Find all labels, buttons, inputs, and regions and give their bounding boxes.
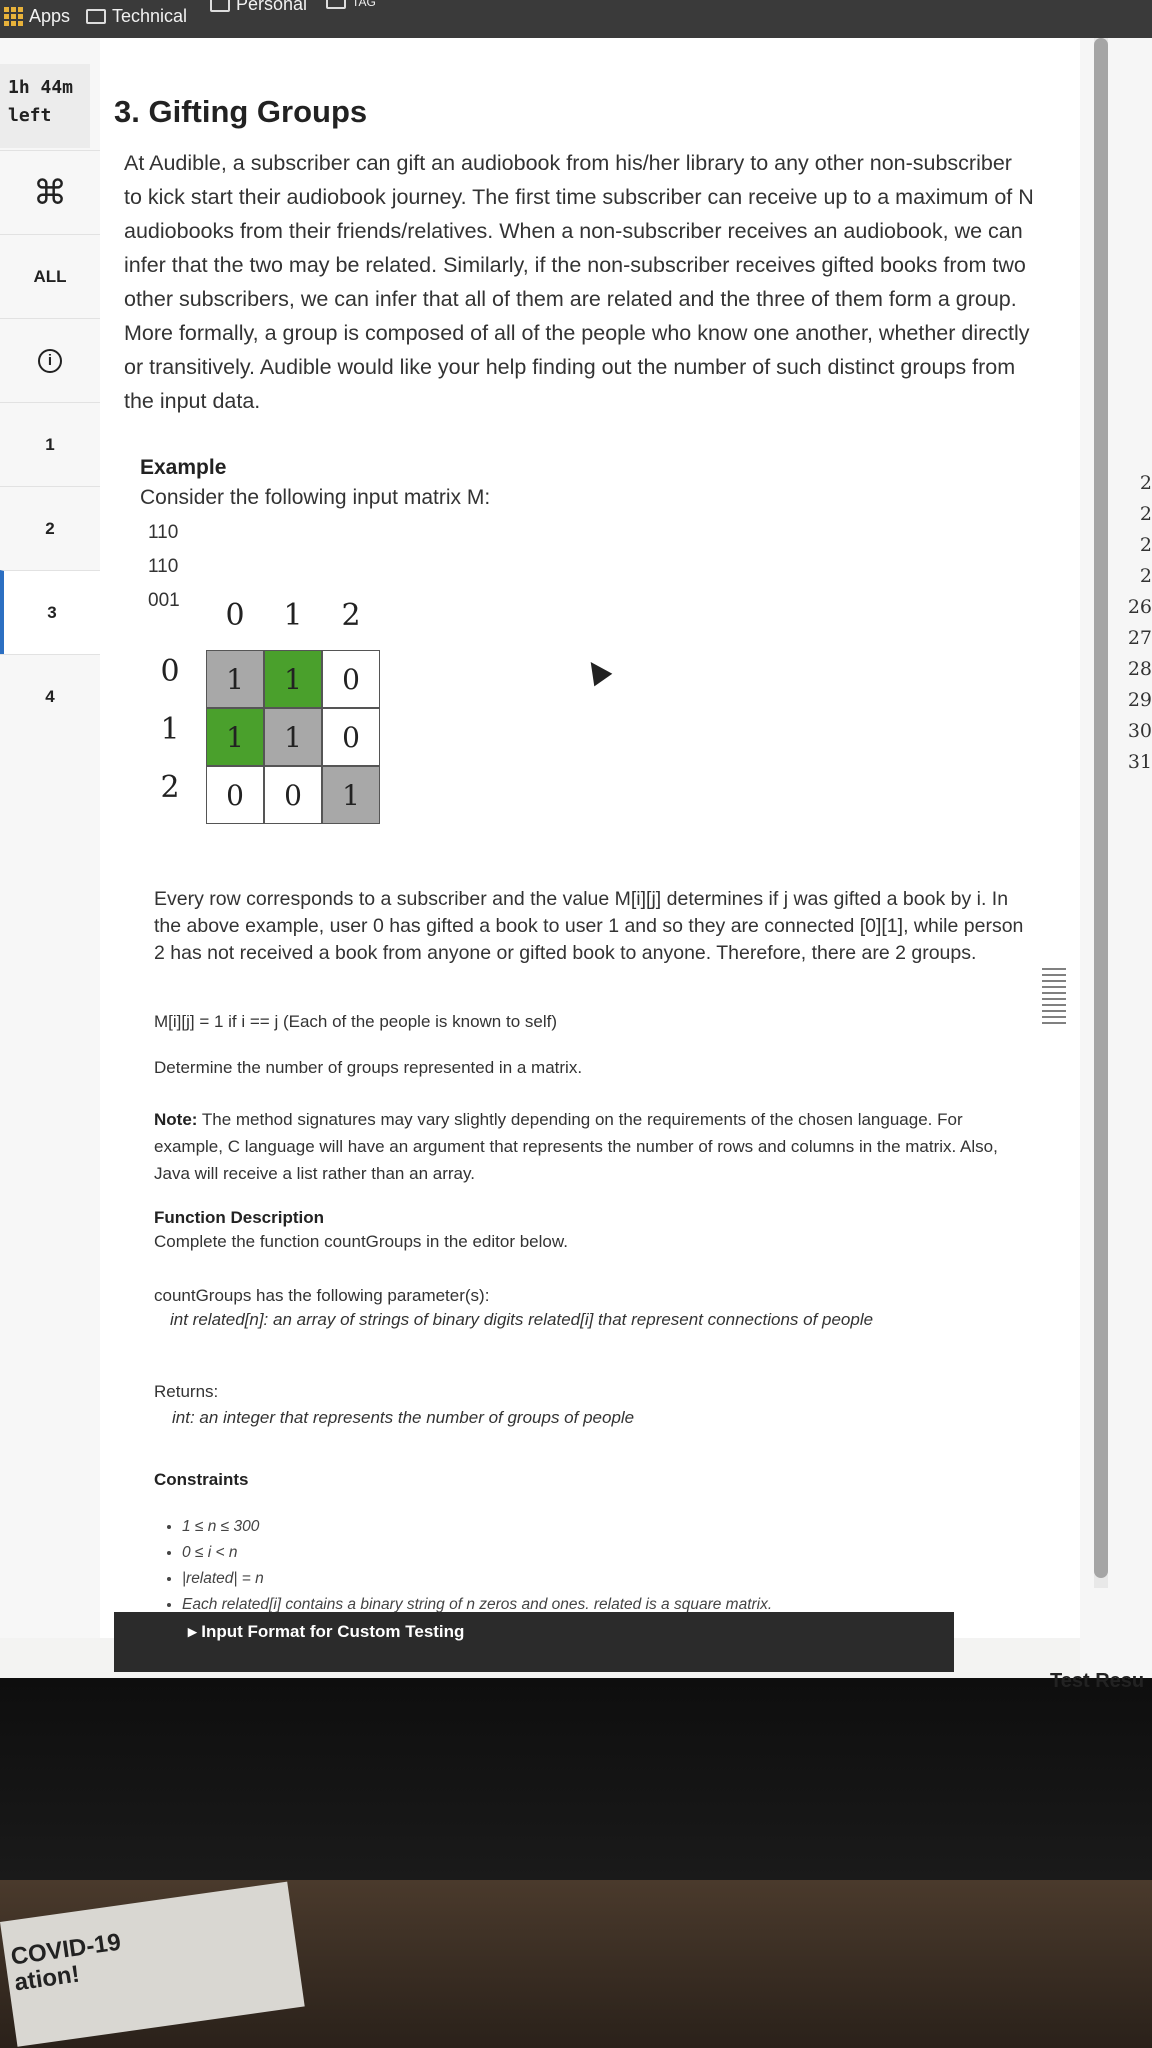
- explanation-text: Every row corresponds to a subscriber an…: [154, 888, 1024, 964]
- note-label: Note:: [154, 1110, 198, 1129]
- matrix-col-label: 2: [341, 598, 361, 633]
- line-number: 31: [1127, 751, 1152, 773]
- bookmark-tag[interactable]: TAG: [326, 0, 376, 9]
- bookmark-personal-label: Personal: [236, 0, 308, 14]
- function-description-heading: Function Description: [154, 1208, 324, 1227]
- matrix-row-label: 2: [160, 770, 180, 805]
- panel-resize-grip-icon[interactable]: [1042, 968, 1066, 1024]
- matrix-col-label: 1: [283, 598, 303, 633]
- note-text: The method signatures may vary slightly …: [154, 1110, 998, 1183]
- problem-title: 3. Gifting Groups: [114, 94, 368, 129]
- line-number: 29: [1127, 689, 1152, 711]
- params-intro: countGroups has the following parameter(…: [154, 1286, 490, 1305]
- function-description-text: Complete the function countGroups in the…: [154, 1232, 568, 1251]
- editor-edge: [1080, 38, 1152, 1678]
- time-remaining: 1h 44m left: [0, 64, 90, 148]
- matrix-cell: 1: [206, 650, 264, 708]
- sidebar-item-question-4[interactable]: 4: [0, 654, 100, 738]
- matrix-cell: 1: [206, 708, 264, 766]
- matrix-cell: 0: [264, 766, 322, 824]
- matrix-row: 110: [148, 522, 179, 543]
- question-sidebar: 1h 44m left ⌘ ALL i 1 2 3 4: [0, 38, 101, 1638]
- param-related: int related[n]: an array of strings of b…: [170, 1310, 874, 1329]
- line-number: 2: [1139, 472, 1152, 494]
- constraint-item: 0 ≤ i < n: [182, 1540, 772, 1566]
- question-number: 3: [47, 602, 57, 622]
- sidebar-item-question-2[interactable]: 2: [0, 486, 100, 570]
- scrollbar-thumb[interactable]: [1094, 38, 1108, 1578]
- matrix-row: 110: [148, 556, 179, 577]
- bookmark-apps[interactable]: Apps: [4, 6, 70, 27]
- constraint-item: 1 ≤ n ≤ 300: [182, 1514, 772, 1540]
- question-number: 2: [45, 518, 55, 538]
- line-number: 2: [1139, 534, 1152, 556]
- timer-value: 1h 44m: [8, 77, 74, 98]
- bookmark-apps-label: Apps: [29, 6, 71, 26]
- input-format-toggle[interactable]: ▸ Input Format for Custom Testing: [114, 1612, 954, 1672]
- matrix-cell: 1: [264, 650, 322, 708]
- line-number: 26: [1127, 596, 1152, 618]
- line-number: 28: [1127, 658, 1152, 680]
- question-number: 4: [45, 686, 55, 706]
- returns-heading: Returns:: [154, 1382, 219, 1401]
- matrix-cell: 0: [206, 766, 264, 824]
- line-number: 2: [1139, 503, 1152, 525]
- info-icon: i: [38, 348, 62, 373]
- folder-icon: [86, 9, 106, 24]
- matrix-row-label: 1: [160, 712, 180, 747]
- example-text: Consider the following input matrix M:: [140, 486, 491, 509]
- problem-panel: 3. Gifting Groups At Audible, a subscrib…: [100, 38, 1080, 1672]
- self-rule-text: M[i][j] = 1 if i == j (Each of the peopl…: [154, 1012, 558, 1031]
- command-icon: ⌘: [33, 173, 67, 212]
- all-label: ALL: [33, 266, 67, 286]
- constraints-heading: Constraints: [154, 1470, 249, 1489]
- matrix-cell: 0: [322, 708, 380, 766]
- sidebar-item-question-1[interactable]: 1: [0, 402, 100, 486]
- question-number: 1: [45, 434, 55, 454]
- test-results-tab[interactable]: Test Resu: [1050, 1670, 1144, 1693]
- command-button[interactable]: ⌘: [0, 150, 100, 234]
- constraints-list: 1 ≤ n ≤ 300 0 ≤ i < n |related| = n Each…: [166, 1514, 772, 1618]
- timer-label: left: [8, 105, 52, 126]
- browser-viewport: 1h 44m left ⌘ ALL i 1 2 3 4 3. Gifting G…: [0, 38, 1152, 1678]
- all-questions-button[interactable]: ALL: [0, 234, 100, 318]
- sidebar-item-question-3[interactable]: 3: [0, 570, 100, 654]
- bookmark-technical-label: Technical: [112, 6, 188, 26]
- matrix-row-label: 0: [160, 654, 180, 689]
- info-button[interactable]: i: [0, 318, 100, 402]
- line-number: 2: [1139, 565, 1152, 587]
- matrix-cell: 1: [264, 708, 322, 766]
- constraint-item: |related| = n: [182, 1566, 772, 1592]
- bookmark-technical[interactable]: Technical: [86, 6, 187, 27]
- folder-icon: [210, 0, 230, 12]
- folder-icon: [326, 0, 346, 9]
- editor-line-numbers: 2 2 2 2 26 27 28 29 30 31: [1112, 468, 1152, 778]
- bookmark-personal[interactable]: Personal: [210, 0, 307, 15]
- bookmark-tag-label: TAG: [352, 0, 376, 9]
- bookmarks-bar: Apps Technical Personal TAG: [0, 0, 1152, 38]
- example-heading: Example: [140, 456, 227, 479]
- matrix-col-label: 0: [225, 598, 245, 633]
- sticker-text: COVID-19 ation!: [9, 1929, 126, 1997]
- matrix-cell: 1: [322, 766, 380, 824]
- apps-grid-icon: [4, 7, 23, 26]
- note-block: Note: The method signatures may vary sli…: [154, 1106, 1034, 1187]
- matrix-cell: 0: [322, 650, 380, 708]
- task-text: Determine the number of groups represent…: [154, 1058, 583, 1077]
- problem-intro: At Audible, a subscriber can gift an aud…: [124, 151, 1034, 413]
- returns-text: int: an integer that represents the numb…: [172, 1408, 635, 1427]
- line-number: 30: [1127, 720, 1152, 742]
- line-number: 27: [1127, 627, 1152, 649]
